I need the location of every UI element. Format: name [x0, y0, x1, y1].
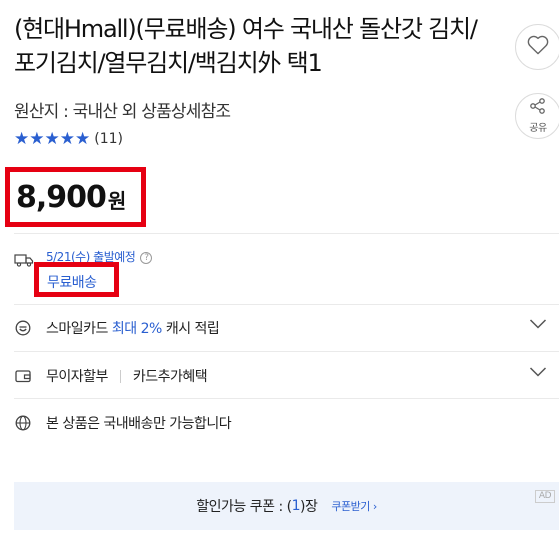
domestic-only-text: 본 상품은 국내배송만 가능합니다 [46, 416, 232, 432]
get-coupon-link[interactable]: 쿠폰받기 › [331, 498, 377, 514]
star-icon: ★ [59, 129, 75, 149]
domestic-shipping-row: 본 상품은 국내배송만 가능합니다 [14, 411, 547, 435]
star-icon: ★ [44, 129, 60, 149]
smile-card-row[interactable]: 스마일카드 최대 2% 캐시 적립 [14, 316, 547, 340]
divider [14, 351, 559, 352]
smile-card-rate: 최대 2% [111, 321, 162, 337]
get-coupon-label: 쿠폰받기 [331, 500, 370, 513]
star-icon: ★ [75, 129, 91, 149]
chevron-right-icon: › [372, 500, 377, 513]
share-icon [529, 98, 547, 118]
coupon-suffix: )장 [300, 499, 318, 515]
rating[interactable]: ★ ★ ★ ★ ★ (11) [14, 130, 123, 148]
installment-label: 무이자할부 [46, 369, 108, 385]
globe-icon [14, 414, 32, 432]
smile-card-suffix: 캐시 적립 [165, 321, 220, 337]
heart-icon [527, 35, 549, 59]
review-count[interactable]: (11) [94, 131, 123, 147]
divider [14, 398, 559, 399]
divider [14, 304, 559, 305]
star-rating: ★ ★ ★ ★ ★ [14, 130, 90, 148]
free-shipping-label: 무료배송 [47, 275, 97, 291]
like-button[interactable] [515, 24, 559, 70]
coupon-banner[interactable]: 할인가능 쿠폰 : (1)장 쿠폰받기 › AD [14, 482, 559, 530]
chevron-down-icon[interactable] [529, 366, 547, 382]
star-icon: ★ [14, 129, 30, 149]
separator [119, 369, 121, 383]
coupon-count: 1 [291, 498, 301, 514]
star-icon: ★ [29, 129, 45, 149]
price-value: 8,900 [16, 179, 107, 215]
smile-icon [14, 319, 32, 337]
ad-badge: AD [534, 490, 555, 503]
share-label: 공유 [529, 123, 547, 134]
help-icon[interactable]: ? [140, 251, 153, 264]
card-benefit-label: 카드추가혜택 [132, 369, 208, 385]
smile-card-label: 스마일카드 [46, 321, 108, 337]
installment-row[interactable]: 무이자할부 카드추가혜택 [14, 364, 547, 388]
price-currency: 원 [107, 188, 127, 213]
price-highlight: 8,900 원 [5, 167, 146, 227]
coupon-prefix: 할인가능 쿠폰 : ( [196, 499, 292, 515]
divider [14, 233, 559, 234]
chevron-down-icon[interactable] [529, 318, 547, 334]
share-button[interactable]: 공유 [515, 93, 559, 139]
product-title: (현대Hmall)(무료배송) 여수 국내산 돌산갓 김치/포기김치/열무김치/… [14, 15, 478, 77]
origin-info: 원산지 : 국내산 외 상품상세참조 [14, 102, 231, 122]
truck-icon [14, 252, 34, 271]
wallet-icon [14, 367, 32, 385]
